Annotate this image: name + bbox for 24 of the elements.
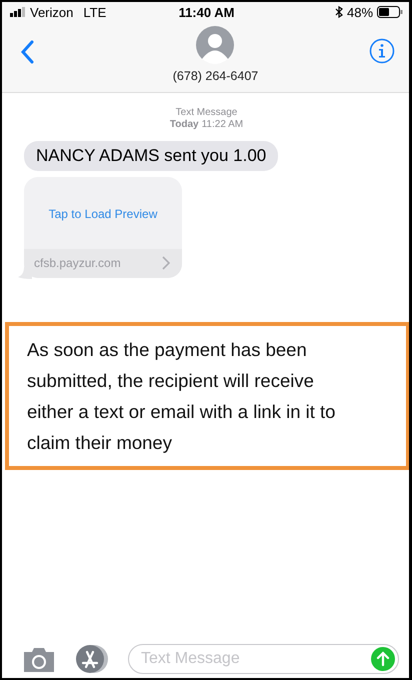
message-day: Today [170,119,199,131]
status-time: 11:40 AM [178,4,234,20]
carrier-name: Verizon [30,4,74,20]
camera-icon[interactable] [22,646,56,672]
avatar-icon[interactable] [196,26,234,64]
chevron-icon [162,256,170,270]
info-icon[interactable] [368,38,395,64]
link-domain: cfsb.payzur.com [34,256,121,270]
message-time: 11:22 AM [202,119,244,131]
link-preview-card[interactable]: Tap to Load Preview cfsb.payzur.com [24,177,182,278]
send-icon[interactable] [371,647,395,671]
bluetooth-icon [334,6,343,18]
signal-icon [10,7,26,17]
battery-percent: 48% [346,4,374,20]
network-type: LTE [83,4,106,20]
message-input[interactable]: Text Message [128,644,399,674]
contact-number[interactable]: (678) 264-6407 [172,69,258,83]
annotation-box: As soon as the payment has been submitted, the recipient will receive either a text or email with a link in it to claim their money [5,322,409,470]
battery-icon [377,6,404,18]
back-icon[interactable] [20,40,34,64]
service-label: Text Message [176,107,238,119]
message-bubble: NANCY ADAMS sent you 1.00 [24,141,278,171]
load-preview-link[interactable]: Tap to Load Preview [48,207,158,221]
app-store-icon[interactable] [74,644,110,674]
